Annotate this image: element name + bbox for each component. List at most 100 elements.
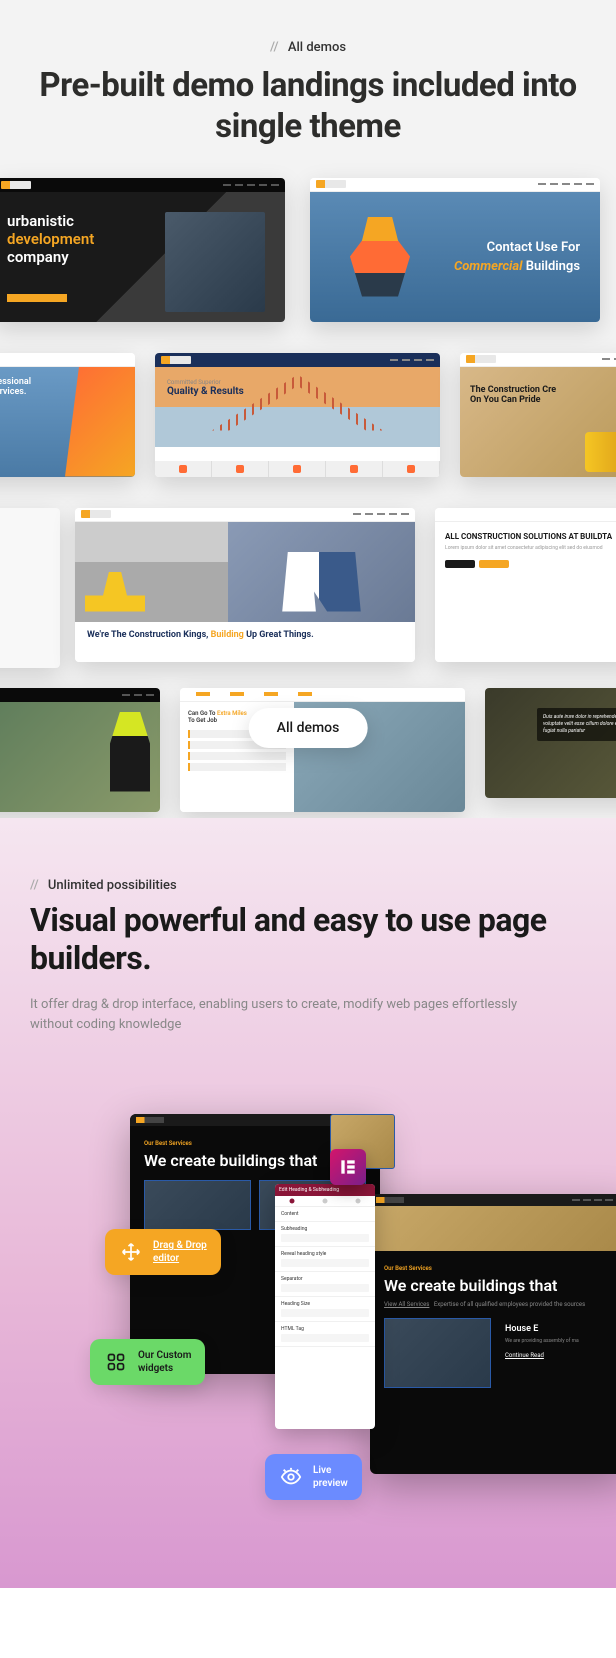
pill3-line1: Live xyxy=(313,1465,331,1476)
demo-card-1[interactable]: urbanistic development company xyxy=(0,178,285,322)
demo7-title: ALL CONSTRUCTION SOLUTIONS AT BUILDTA xyxy=(445,532,616,541)
builder-eyebrow: Our Best Services xyxy=(384,1265,616,1272)
elementor-logo-icon xyxy=(330,1149,366,1185)
builders-section: // Unlimited possibilities Visual powerf… xyxy=(0,818,616,1588)
pill2-line1: Our Custom xyxy=(138,1350,191,1361)
section1-heading: Pre-built demo landings included into si… xyxy=(0,55,616,178)
demo2-line1: Contact Use For xyxy=(454,240,580,255)
card-header xyxy=(0,353,135,367)
demo9-line1y: Extra Miles xyxy=(217,710,247,717)
elementor-panel[interactable]: Edit Heading & Subheading Content Subhea… xyxy=(275,1184,375,1429)
slashes: // xyxy=(270,40,279,55)
eyebrow-text: All demos xyxy=(288,40,346,55)
demo5-line2: On You Can Pride xyxy=(470,395,616,405)
builder-sub2: Expertise of all qualified employees pro… xyxy=(434,1301,585,1308)
worker-graphic xyxy=(105,712,155,792)
eye-icon xyxy=(279,1465,303,1489)
field-input[interactable] xyxy=(281,1309,369,1317)
section2-heading: Visual powerful and easy to use page bui… xyxy=(30,901,586,978)
card-header xyxy=(0,688,160,702)
demo3-line2b: Services. xyxy=(0,387,26,397)
card-body: ALL CONSTRUCTION SOLUTIONS AT BUILDTA Lo… xyxy=(435,522,616,662)
section2-subtitle: It offer drag & drop interface, enabling… xyxy=(30,995,550,1034)
card-header xyxy=(310,178,600,192)
demo-card-3[interactable]: re Professional ality Services. xyxy=(0,353,135,477)
builder-header xyxy=(370,1194,616,1206)
demo4-title: Quality & Results xyxy=(167,386,244,397)
eyebrow: // Unlimited possibilities xyxy=(30,878,586,893)
demo-card-small-left[interactable] xyxy=(0,508,60,668)
card-header xyxy=(180,688,465,702)
bulldozer-graphic xyxy=(75,522,228,622)
demo-card-10[interactable]: Duis aute irure dolor in reprehenderit i… xyxy=(485,688,616,798)
field-label: Subheading xyxy=(281,1226,369,1232)
field-label: Content xyxy=(281,1211,369,1217)
button-row xyxy=(445,560,616,568)
card-body: Contact Use For Commercial Buildings xyxy=(310,192,600,322)
pill-widgets: Our Custom widgets xyxy=(90,1339,205,1385)
pill-drag-drop: Drag & Drop editor xyxy=(105,1229,221,1275)
demo4-eyebrow: Committed Superior xyxy=(167,379,244,386)
demo10-text: Duis aute irure dolor in reprehenderit i… xyxy=(543,714,616,735)
demo-image xyxy=(165,212,265,312)
card-header xyxy=(435,508,616,522)
panel-tabs[interactable] xyxy=(275,1196,375,1207)
demo-card-2[interactable]: Contact Use For Commercial Buildings xyxy=(310,178,600,322)
card-body: Duis aute irure dolor in reprehenderit i… xyxy=(485,688,616,798)
accent-bar xyxy=(7,294,67,302)
card-body: We're The Construction Kings, Building U… xyxy=(75,522,415,662)
field-input[interactable] xyxy=(281,1334,369,1342)
builder-title: We create buildings that xyxy=(384,1276,616,1295)
builders-stage: Our Best Services We create buildings th… xyxy=(30,1094,586,1587)
demo5-line1: The Construction Cre xyxy=(470,385,616,395)
field-input[interactable] xyxy=(281,1284,369,1292)
roller-graphic xyxy=(585,432,616,472)
card-header xyxy=(0,178,285,192)
demo6-line1: We're The Construction Kings, xyxy=(87,630,211,640)
demo-card-5[interactable]: The Construction Cre On You Can Pride xyxy=(460,353,616,477)
field-label: Separator xyxy=(281,1276,369,1282)
demo-card-4[interactable]: Committed Superior Quality & Results xyxy=(155,353,440,477)
placeholder: We are providing assembly of ma xyxy=(505,1338,610,1344)
worker-graphic xyxy=(350,217,410,297)
demos-grid: urbanistic development company Contact U… xyxy=(0,178,616,818)
demo6-line1o: Building xyxy=(211,630,244,640)
card-header xyxy=(75,508,415,522)
view-all-link[interactable]: View All Services xyxy=(384,1301,429,1308)
demo9-line1: Can Go To xyxy=(188,710,217,717)
hero-image xyxy=(370,1206,616,1251)
demo-card-6[interactable]: We're The Construction Kings, Building U… xyxy=(75,508,415,662)
eyebrow-text: Unlimited possibilities xyxy=(48,878,177,893)
demo6-line1b: Up Great Things. xyxy=(244,630,314,640)
pill1-line2: editor xyxy=(153,1253,179,1264)
icon-row xyxy=(155,461,440,477)
field-label: HTML Tag xyxy=(281,1326,369,1332)
all-demos-button[interactable]: All demos xyxy=(249,708,368,748)
field-input[interactable] xyxy=(281,1259,369,1267)
continue-link[interactable]: Continue Read xyxy=(505,1352,610,1359)
pill2-line2: widgets xyxy=(138,1363,173,1374)
demo-card-8[interactable]: JB FOR xyxy=(0,688,160,812)
demo-card-9[interactable]: Can Go To Extra Miles To Get Job xyxy=(180,688,465,812)
workers-graphic xyxy=(228,522,415,622)
move-icon xyxy=(119,1240,143,1264)
panel-header: Edit Heading & Subheading xyxy=(275,1184,375,1196)
card-body: urbanistic development company xyxy=(0,192,285,322)
placeholder-text: Lorem ipsum dolor sit amet consectetur a… xyxy=(445,545,616,552)
card-body: The Construction Cre On You Can Pride xyxy=(460,367,616,477)
demo-card-7[interactable]: ALL CONSTRUCTION SOLUTIONS AT BUILDTA Lo… xyxy=(435,508,616,662)
pill1-line1: Drag & Drop xyxy=(153,1240,207,1251)
pill3-line2: preview xyxy=(313,1478,348,1489)
card-header xyxy=(155,353,440,367)
demo2-line2b: Buildings xyxy=(522,259,580,274)
demos-section: // All demos Pre-built demo landings inc… xyxy=(0,0,616,818)
card-body: JB FOR xyxy=(0,702,160,812)
field-input[interactable] xyxy=(281,1234,369,1242)
field-label: Heading Size xyxy=(281,1301,369,1307)
pill-preview: Live preview xyxy=(265,1454,362,1500)
card-body: re Professional ality Services. xyxy=(0,367,135,477)
slashes: // xyxy=(30,878,39,893)
widgets-icon xyxy=(104,1350,128,1374)
card-header xyxy=(460,353,616,367)
hero-row xyxy=(75,522,415,622)
